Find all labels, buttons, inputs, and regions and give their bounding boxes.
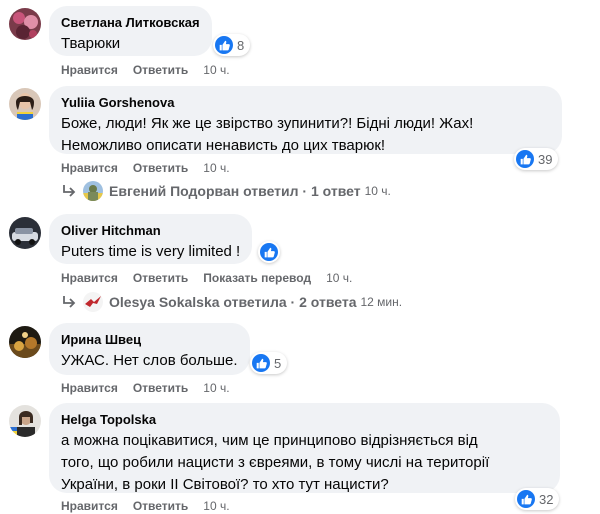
timestamp[interactable]: 10 ч. [203, 381, 229, 395]
reply-button[interactable]: Ответить [133, 381, 188, 395]
avatar[interactable] [9, 8, 41, 40]
reply-button[interactable]: Ответить [133, 63, 188, 77]
reaction-count[interactable]: 32 [515, 488, 560, 510]
reply-button[interactable]: Ответить [133, 161, 188, 175]
like-count: 39 [538, 151, 553, 167]
reaction-count[interactable]: 39 [514, 148, 559, 170]
reply-button[interactable]: Ответить [133, 499, 188, 513]
avatar[interactable] [9, 88, 41, 120]
show-translation-button[interactable]: Показать перевод [203, 271, 311, 285]
reaction-count[interactable]: 8 [213, 34, 251, 56]
comment-text: Тварюки [61, 35, 121, 52]
comment-actions: Нравится Ответить Показать перевод 10 ч. [61, 270, 352, 286]
reply-button[interactable]: Ответить [133, 271, 188, 285]
comment-text: Боже, люди! Як же це звірство зупинити?!… [61, 115, 474, 154]
like-button[interactable]: Нравится [61, 63, 118, 77]
timestamp: 12 мин. [360, 295, 403, 309]
like-count: 32 [539, 491, 554, 507]
view-replies-link[interactable]: Евгений Подорван ответил · 1 ответ 10 ч. [61, 181, 391, 201]
comment-author[interactable]: Yuliia Gorshenova [61, 94, 550, 111]
view-replies-link[interactable]: Olesya Sokalska ответила · 2 ответа 12 м… [61, 292, 402, 312]
comment-text: Puters time is very limited ! [61, 243, 241, 260]
comment-bubble: Helga Topolska а можна поцікавитися, чим… [49, 403, 560, 493]
timestamp[interactable]: 10 ч. [326, 271, 352, 285]
avatar[interactable] [9, 405, 41, 437]
avatar [83, 181, 103, 201]
avatar [83, 292, 103, 312]
reaction-count[interactable]: 5 [250, 352, 288, 374]
comment-actions: Нравится Ответить 10 ч. [61, 498, 230, 514]
comment-bubble: Yuliia Gorshenova Боже, люди! Як же це з… [49, 86, 562, 154]
like-button[interactable]: Нравится [61, 161, 118, 175]
comment-author[interactable]: Ирина Швец [61, 331, 238, 348]
reply-arrow-icon [63, 185, 76, 197]
reaction-count[interactable] [258, 241, 280, 263]
like-count: 5 [274, 355, 282, 371]
like-button[interactable]: Нравится [61, 271, 118, 285]
comment-text: а можна поцікавитися, чим це принципово … [61, 432, 490, 493]
comment-author[interactable]: Светлана Литковская [61, 14, 200, 31]
comment-text: УЖАС. Нет слов больше. [61, 352, 238, 369]
like-button[interactable]: Нравится [61, 499, 118, 513]
comment-bubble: Ирина Швец УЖАС. Нет слов больше. [49, 323, 250, 375]
avatar[interactable] [9, 217, 41, 249]
replies-summary: Olesya Sokalska ответила · 2 ответа [109, 294, 357, 310]
timestamp[interactable]: 10 ч. [203, 161, 229, 175]
comment-author[interactable]: Oliver Hitchman [61, 222, 240, 239]
timestamp: 10 ч. [364, 184, 391, 198]
comment-bubble: Oliver Hitchman Puters time is very limi… [49, 214, 253, 264]
like-icon [517, 490, 535, 508]
comment-actions: Нравится Ответить 10 ч. [61, 160, 230, 176]
like-icon [516, 150, 534, 168]
like-icon [215, 36, 233, 54]
like-icon [260, 243, 278, 261]
replies-summary: Евгений Подорван ответил · 1 ответ [109, 183, 361, 199]
avatar[interactable] [9, 326, 41, 358]
comment-bubble: Светлана Литковская Тварюки [49, 6, 212, 56]
timestamp[interactable]: 10 ч. [203, 499, 229, 513]
reply-arrow-icon [63, 296, 76, 308]
comment-actions: Нравится Ответить 10 ч. [61, 62, 230, 78]
like-icon [252, 354, 270, 372]
like-count: 8 [237, 37, 245, 53]
timestamp[interactable]: 10 ч. [203, 63, 229, 77]
comment-actions: Нравится Ответить 10 ч. [61, 380, 230, 396]
comment-author[interactable]: Helga Topolska [61, 411, 548, 428]
like-button[interactable]: Нравится [61, 381, 118, 395]
